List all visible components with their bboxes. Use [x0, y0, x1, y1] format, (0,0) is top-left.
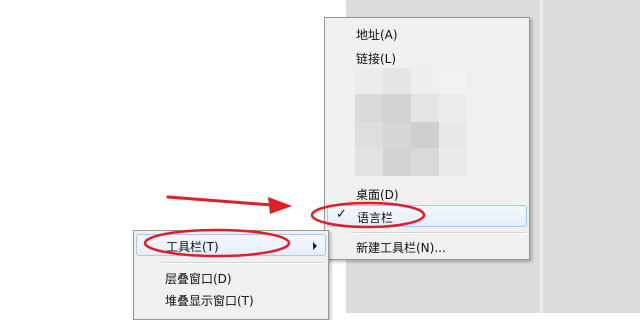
highlight-ellipse-language-bar — [310, 201, 426, 229]
annotation-overlay — [143, 195, 426, 258]
red-arrow-icon — [166, 195, 292, 214]
highlight-ellipse-toolbars — [143, 228, 291, 258]
